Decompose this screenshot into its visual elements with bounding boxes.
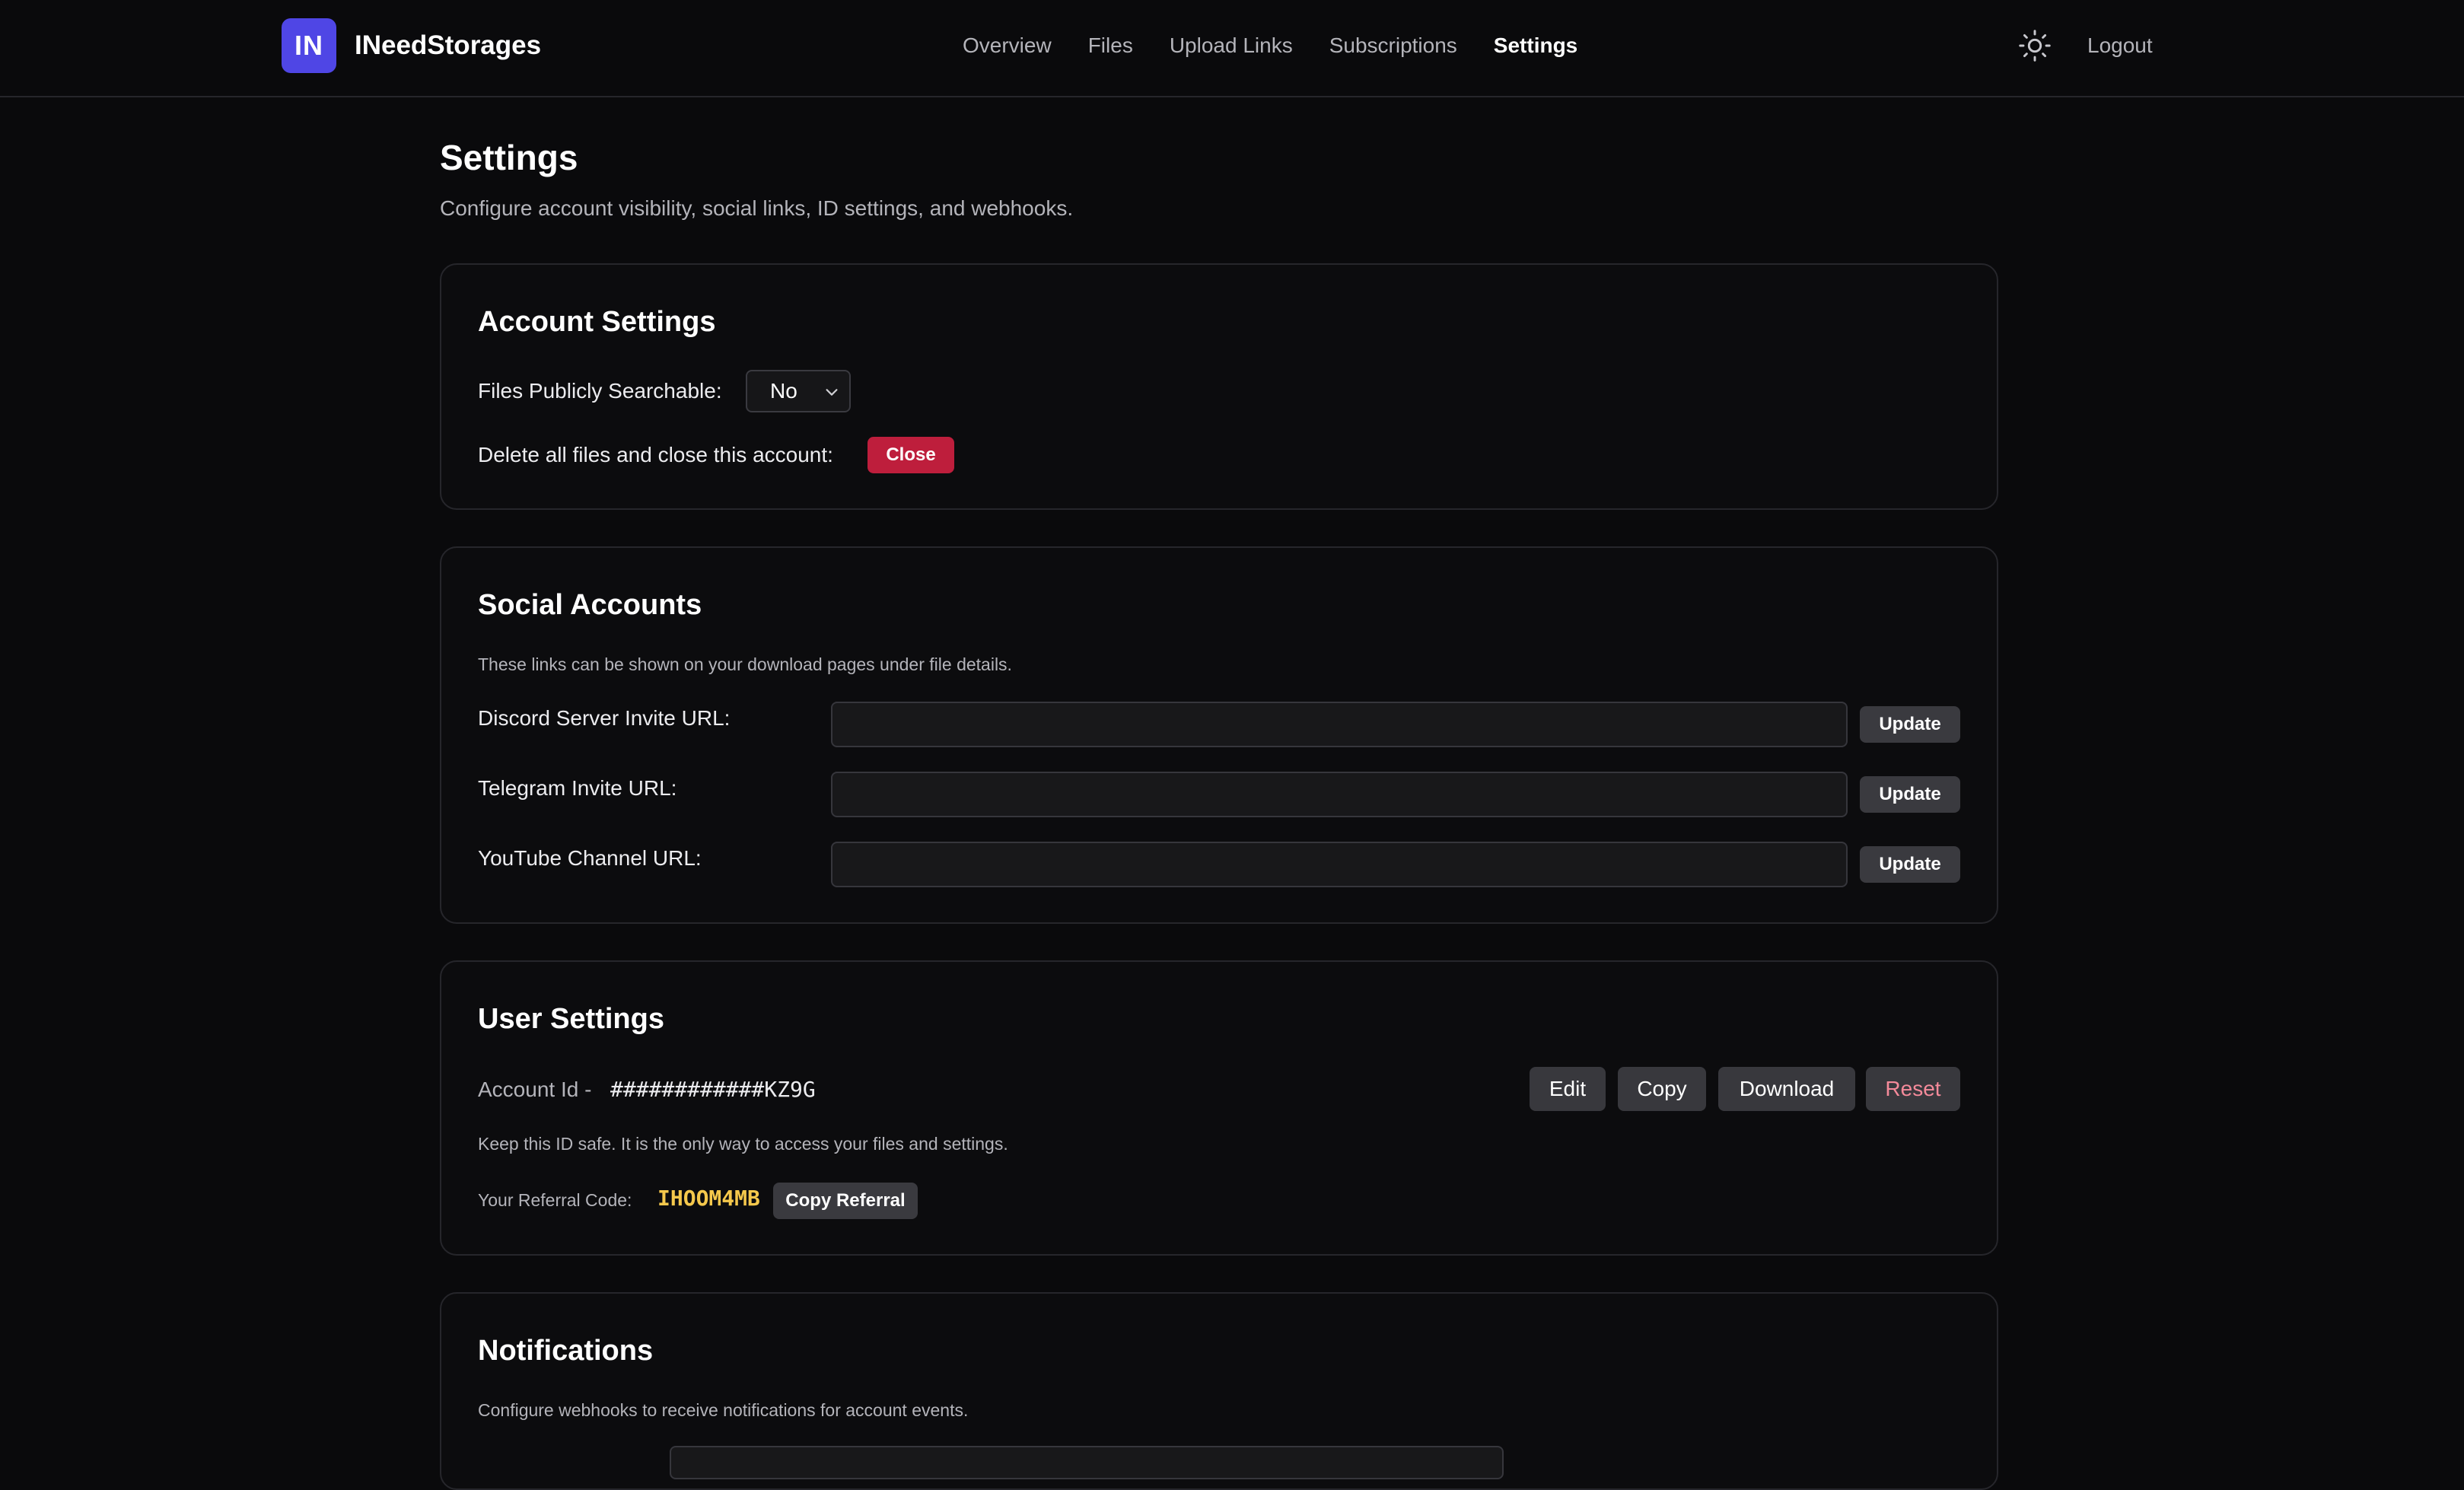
account-id-value: ############KZ9G [610,1077,816,1102]
reset-id-button[interactable]: Reset [1866,1067,1960,1111]
theme-toggle-button[interactable] [2018,29,2052,62]
discord-update-button[interactable]: Update [1860,706,1960,743]
notifications-description: Configure webhooks to receive notificati… [478,1400,969,1420]
user-settings-title: User Settings [478,1003,664,1035]
page-title: Settings [440,138,578,177]
account-settings-card: Account Settings Files Publicly Searchab… [440,263,1998,510]
account-id-note: Keep this ID safe. It is the only way to… [478,1134,1008,1154]
social-accounts-description: These links can be shown on your downloa… [478,654,1012,674]
copy-id-button[interactable]: Copy [1618,1067,1706,1111]
telegram-url-label: Telegram Invite URL: [478,776,677,800]
sun-icon [2019,30,2051,62]
main-nav: Overview Files Upload Links Subscription… [963,29,1577,62]
discord-url-input[interactable] [831,702,1848,747]
chevron-down-icon [826,389,838,396]
discord-url-label: Discord Server Invite URL: [478,706,731,730]
logout-link[interactable]: Logout [2087,29,2153,62]
nav-item-settings[interactable]: Settings [1494,29,1577,62]
account-id-label: Account Id - [478,1078,592,1101]
brand[interactable]: IN INeedStorages [282,18,541,73]
youtube-update-button[interactable]: Update [1860,846,1960,883]
searchable-label: Files Publicly Searchable: [478,379,722,403]
notifications-card: Notifications Configure webhooks to rece… [440,1292,1998,1490]
nav-item-subscriptions[interactable]: Subscriptions [1329,29,1457,62]
nav-item-files[interactable]: Files [1088,29,1133,62]
copy-referral-button[interactable]: Copy Referral [773,1183,918,1219]
delete-account-label: Delete all files and close this account: [478,443,833,466]
download-id-button[interactable]: Download [1718,1067,1855,1111]
edit-id-button[interactable]: Edit [1530,1067,1606,1111]
top-navigation-bar: IN INeedStorages Overview Files Upload L… [0,0,2464,97]
nav-item-upload-links[interactable]: Upload Links [1170,29,1293,62]
account-settings-title: Account Settings [478,306,716,338]
notifications-title: Notifications [478,1335,654,1367]
webhook-url-input[interactable] [670,1446,1504,1479]
nav-item-overview[interactable]: Overview [963,29,1052,62]
youtube-url-input[interactable] [831,842,1848,887]
youtube-url-label: YouTube Channel URL: [478,846,702,870]
brand-name[interactable]: INeedStorages [355,30,541,61]
telegram-update-button[interactable]: Update [1860,776,1960,813]
close-account-button[interactable]: Close [867,437,954,473]
searchable-select[interactable]: No [746,370,851,412]
social-accounts-card: Social Accounts These links can be shown… [440,546,1998,924]
referral-label: Your Referral Code: [478,1190,632,1210]
page-subtitle: Configure account visibility, social lin… [440,196,1074,220]
telegram-url-input[interactable] [831,772,1848,817]
searchable-select-value: No [770,379,797,403]
user-settings-card: User Settings Account Id - ############K… [440,960,1998,1256]
brand-logo[interactable]: IN [282,18,336,73]
social-accounts-title: Social Accounts [478,589,702,621]
referral-code: IHOOM4MB [657,1186,760,1211]
